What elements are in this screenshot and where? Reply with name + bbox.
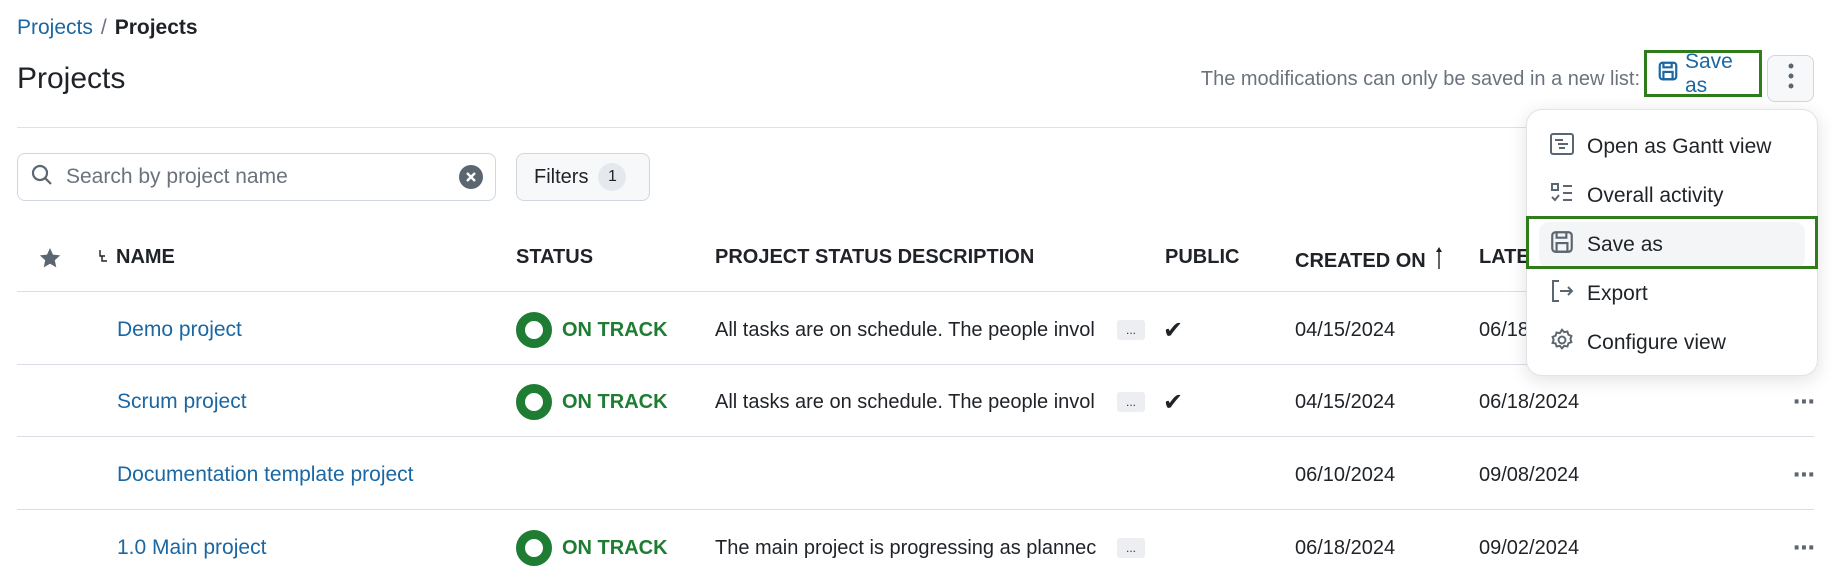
expand-description-button[interactable]: ...	[1117, 538, 1145, 558]
status-badge: ON TRACK	[516, 384, 668, 420]
menu-item-label: Export	[1587, 282, 1648, 305]
public-check-icon: ✔	[1163, 388, 1184, 416]
description-text: All tasks are on schedule. The people in…	[715, 318, 1095, 341]
latest-date: 09/02/2024	[1479, 536, 1580, 559]
status-badge: ON TRACK	[516, 312, 668, 348]
public-check-icon: ✔	[1163, 316, 1184, 344]
project-name-link[interactable]: Demo project	[117, 318, 242, 342]
column-header-description[interactable]: PROJECT STATUS DESCRIPTION	[715, 246, 1034, 269]
breadcrumb-separator: /	[100, 16, 107, 39]
status-description: All tasks are on schedule. The people in…	[715, 387, 1145, 417]
created-on-date: 04/15/2024	[1295, 318, 1396, 341]
breadcrumb-link-projects[interactable]: Projects	[17, 16, 93, 40]
row-divider	[17, 436, 1814, 437]
gear-icon	[1549, 327, 1575, 359]
status-badge: ON TRACK	[516, 530, 668, 566]
breadcrumb-current: Projects	[114, 16, 198, 39]
table-row-name[interactable]: Documentation template project	[117, 460, 414, 490]
table-row-name[interactable]: Scrum project	[117, 387, 247, 417]
gantt-icon	[1549, 131, 1575, 163]
search-icon	[30, 163, 54, 192]
expand-description-button[interactable]: ...	[1117, 392, 1145, 412]
export-icon	[1549, 278, 1575, 310]
menu-item-label: Configure view	[1587, 331, 1726, 354]
sort-ascending-icon	[1434, 246, 1444, 276]
save-as-label: Save as	[1685, 49, 1733, 97]
search-box	[17, 153, 496, 201]
star-icon	[38, 246, 62, 276]
column-name-label: NAME	[116, 246, 175, 268]
kebab-vertical-icon	[1787, 63, 1795, 94]
menu-item-hover-background	[1539, 222, 1805, 268]
save-as-button[interactable]: Save as	[1644, 50, 1762, 97]
created-on-date: 04/15/2024	[1295, 390, 1396, 413]
status-label: ON TRACK	[562, 536, 668, 559]
filters-label: Filters	[534, 165, 589, 188]
search-input[interactable]	[66, 165, 447, 189]
column-public-label: PUBLIC	[1165, 246, 1240, 268]
project-name-link[interactable]: 1.0 Main project	[117, 536, 266, 560]
activity-list-icon	[1549, 180, 1575, 212]
row-actions-button[interactable]: ⋯	[1793, 387, 1814, 417]
filters-count-badge: 1	[598, 163, 627, 191]
save-icon	[1657, 60, 1679, 88]
project-name-link[interactable]: Scrum project	[117, 390, 247, 414]
menu-item-configure-view[interactable]: Configure view	[1527, 320, 1817, 366]
status-ring-icon	[516, 312, 552, 348]
menu-item-export[interactable]: Export	[1527, 271, 1817, 317]
breadcrumb: Projects / Projects	[17, 16, 198, 40]
expand-description-button[interactable]: ...	[1117, 320, 1145, 340]
save-icon	[1549, 229, 1575, 261]
favorite-column-header[interactable]	[38, 246, 62, 276]
latest-date: 09/08/2024	[1479, 463, 1580, 486]
status-ring-icon	[516, 530, 552, 566]
description-text: All tasks are on schedule. The people in…	[715, 390, 1095, 413]
menu-item-gantt[interactable]: Open as Gantt view	[1527, 124, 1817, 170]
more-options-menu: Open as Gantt view Overall activity Save…	[1526, 109, 1818, 376]
menu-item-label: Overall activity	[1587, 184, 1724, 207]
column-description-label: PROJECT STATUS DESCRIPTION	[715, 246, 1035, 268]
menu-item-label: Open as Gantt view	[1587, 135, 1772, 158]
menu-item-label: Save as	[1587, 233, 1663, 256]
created-on-date: 06/18/2024	[1295, 536, 1396, 559]
description-text: The main project is progressing as plann…	[715, 536, 1097, 559]
table-row-name[interactable]: Demo project	[117, 315, 242, 345]
project-name-link[interactable]: Documentation template project	[117, 463, 414, 487]
column-header-created-on[interactable]: CREATED ON	[1295, 246, 1444, 276]
filters-button[interactable]: Filters 1	[516, 153, 650, 201]
column-created-label: CREATED ON	[1295, 249, 1426, 272]
created-on-date: 06/10/2024	[1295, 463, 1396, 486]
column-header-public[interactable]: PUBLIC	[1165, 246, 1239, 269]
table-row-name[interactable]: 1.0 Main project	[117, 533, 266, 563]
more-options-button[interactable]	[1767, 55, 1814, 102]
latest-date: 06/18/2024	[1479, 390, 1580, 413]
menu-item-overall-activity[interactable]: Overall activity	[1527, 173, 1817, 219]
status-description: All tasks are on schedule. The people in…	[715, 315, 1145, 345]
status-description: The main project is progressing as plann…	[715, 533, 1145, 563]
row-divider	[17, 509, 1814, 510]
hierarchy-icon	[98, 246, 108, 269]
status-ring-icon	[516, 384, 552, 420]
menu-item-save-as[interactable]: Save as	[1527, 222, 1817, 268]
column-header-name[interactable]: NAME	[98, 246, 175, 269]
status-label: ON TRACK	[562, 318, 668, 341]
row-actions-button[interactable]: ⋯	[1793, 533, 1814, 563]
column-latest-label: LATE	[1479, 246, 1530, 268]
column-header-status[interactable]: STATUS	[516, 246, 593, 269]
row-actions-button[interactable]: ⋯	[1793, 460, 1814, 490]
column-status-label: STATUS	[516, 246, 594, 268]
save-notice: The modifications can only be saved in a…	[1200, 68, 1640, 90]
page-title: Projects	[17, 62, 126, 95]
clear-search-button[interactable]	[459, 165, 483, 189]
close-icon	[466, 172, 476, 182]
column-header-latest[interactable]: LATE	[1479, 246, 1530, 269]
status-label: ON TRACK	[562, 390, 668, 413]
